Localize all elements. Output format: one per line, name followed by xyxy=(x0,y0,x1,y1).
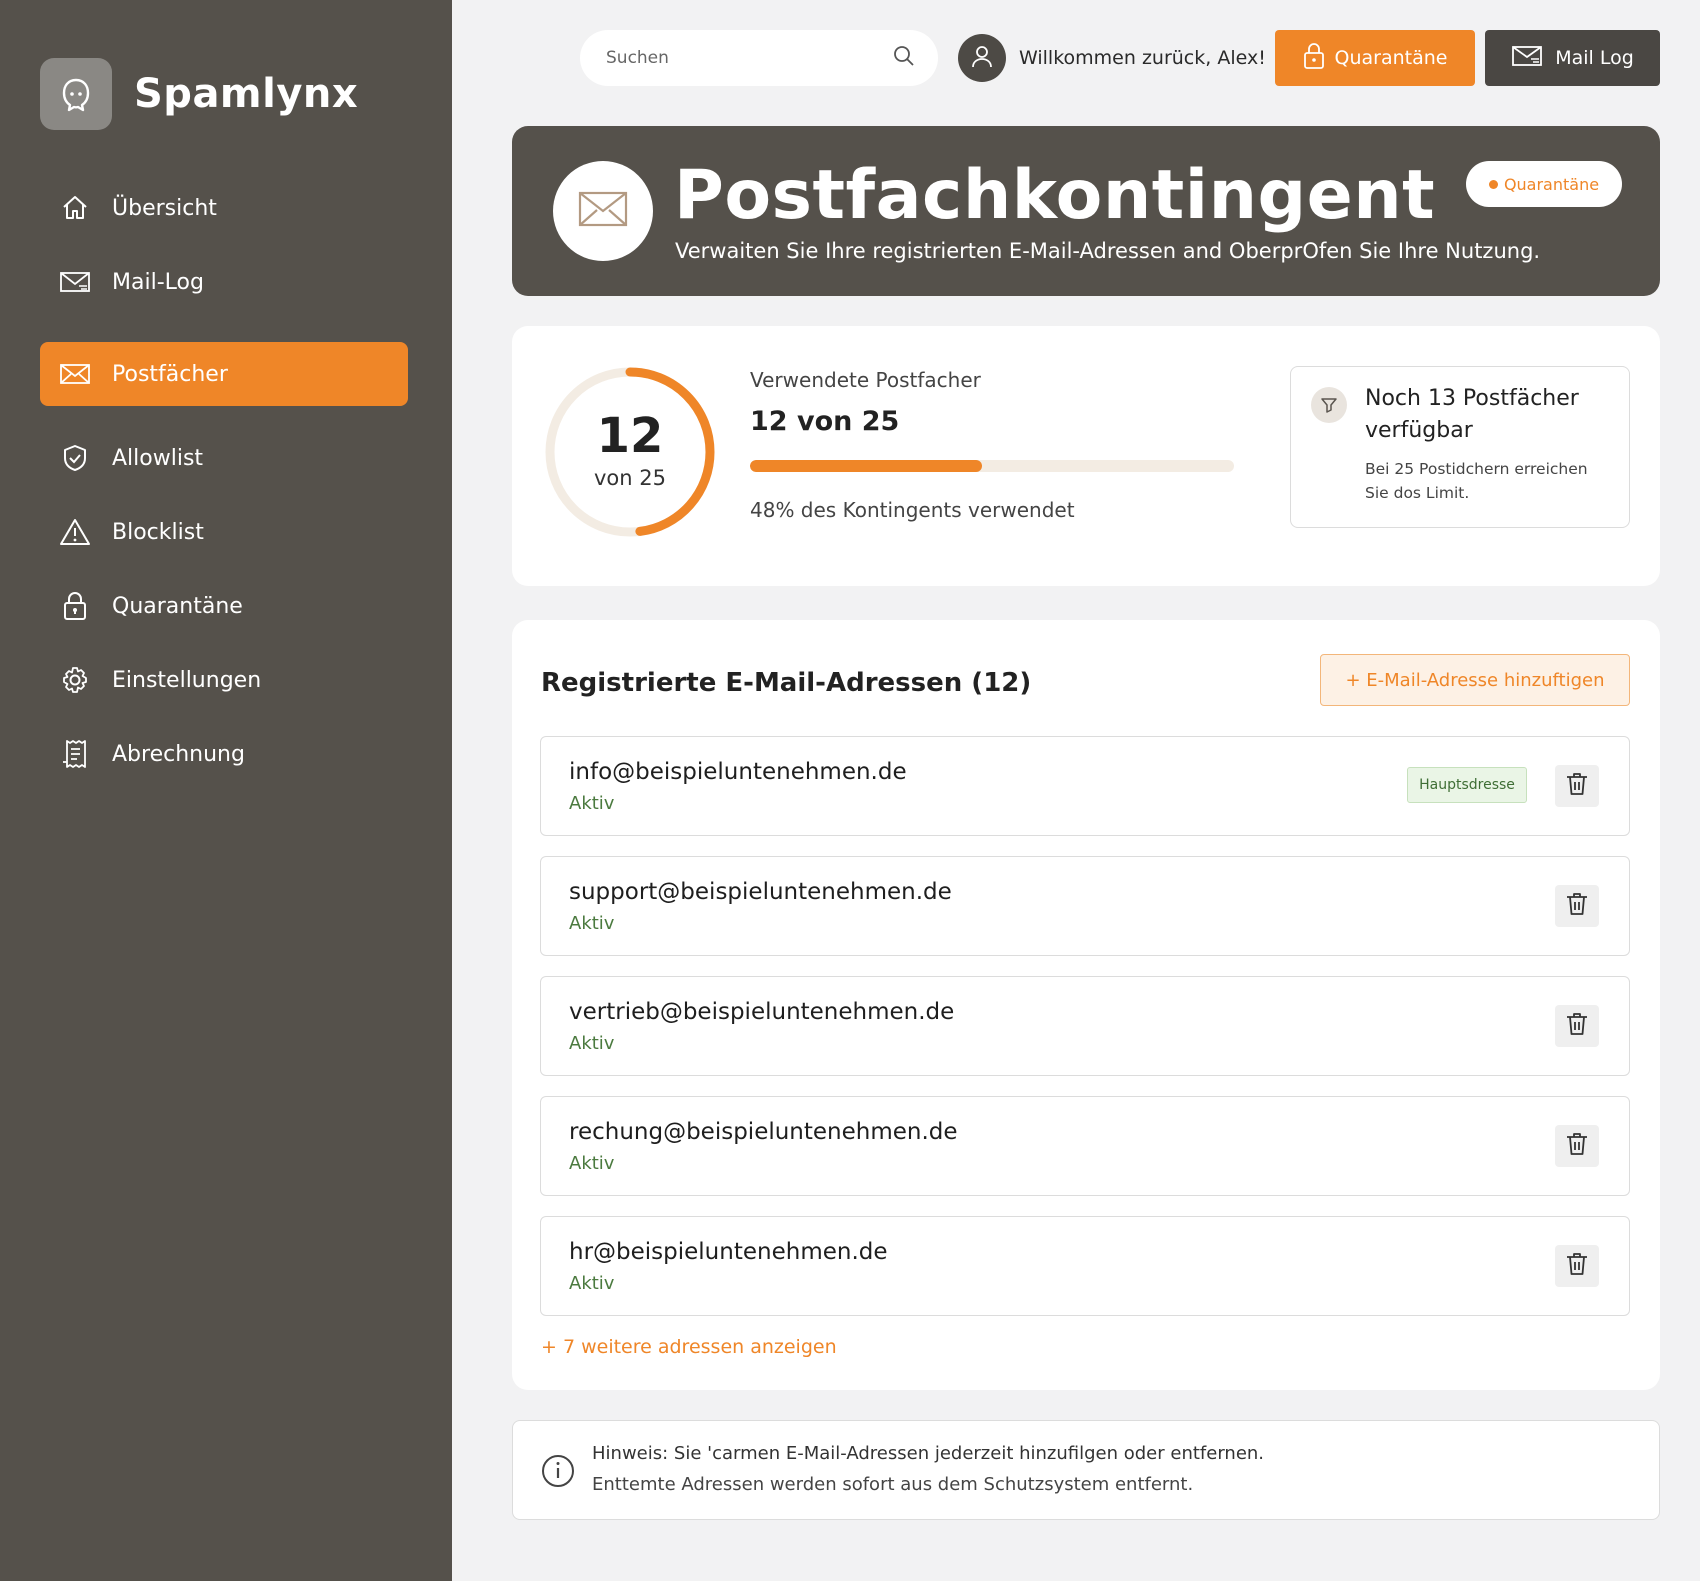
email-address: rechung@beispieluntenehmen.de xyxy=(569,1119,958,1145)
note-line-1: Hinweis: Sie 'carmen E-Mail-Adressen jed… xyxy=(592,1443,1265,1464)
delete-button[interactable] xyxy=(1555,885,1599,927)
info-note: Hinweis: Sie 'carmen E-Mail-Adressen jed… xyxy=(512,1420,1660,1520)
status-text: Aktiv xyxy=(569,913,615,934)
list-item: info@beispieluntenehmen.de Aktiv Hauptsd… xyxy=(540,736,1630,836)
note-line-2: Enttemte Adressen werden sofort aus dem … xyxy=(592,1474,1194,1495)
brand-name: Spamlynx xyxy=(134,71,359,117)
add-email-button[interactable]: + E-Mail-Adresse hinzuftigen xyxy=(1320,654,1630,706)
sidebar-item-einstellungen[interactable]: Einstellungen xyxy=(40,648,408,712)
quota-percent-text: 48% des Kontingents verwendet xyxy=(750,498,1075,522)
available-description: Bei 25 Postidchern erreichen Sie dos Lim… xyxy=(1365,460,1588,502)
email-address: vertrieb@beispieluntenehmen.de xyxy=(569,999,955,1025)
quota-card: 12 von 25 Verwendete Postfacher 12 von 2… xyxy=(512,326,1660,586)
page-subtitle: Verwaiten Sie Ihre registrierten E-Mail-… xyxy=(675,239,1541,263)
sidebar-item-mail-log[interactable]: Mail-Log xyxy=(40,250,408,314)
sidebar-item-label: Abrechnung xyxy=(112,741,245,767)
status-dot-icon xyxy=(1488,179,1498,189)
quota-value: 12 von 25 xyxy=(750,406,900,437)
list-item: vertrieb@beispieluntenehmen.de Aktiv xyxy=(540,976,1630,1076)
sidebar-item-label: Allowlist xyxy=(112,445,204,471)
sidebar-item-uebersicht[interactable]: Übersicht xyxy=(40,176,408,240)
shield-check-icon xyxy=(58,441,92,475)
page-title: Postfachkontingent xyxy=(674,156,1436,235)
quota-used-number: 12 xyxy=(596,408,664,464)
quota-progress-bar xyxy=(750,460,1234,472)
list-item: hr@beispieluntenehmen.de Aktiv xyxy=(540,1216,1630,1316)
addresses-card: Registrierte E-Mail-Adressen (12) + E-Ma… xyxy=(512,620,1660,1390)
logo-icon xyxy=(40,58,112,130)
trash-icon xyxy=(1565,1131,1589,1161)
gear-icon xyxy=(58,663,92,697)
lock-icon xyxy=(1303,42,1325,75)
maillog-button[interactable]: Mail Log xyxy=(1485,30,1660,86)
delete-button[interactable] xyxy=(1555,1245,1599,1287)
delete-button[interactable] xyxy=(1555,765,1599,807)
hero-envelope-badge xyxy=(553,161,653,261)
sidebar-item-quarantaene[interactable]: Quarantäne xyxy=(40,574,408,638)
envelope-icon xyxy=(578,191,628,231)
info-icon xyxy=(542,1455,574,1487)
trash-icon xyxy=(1565,1251,1589,1281)
status-text: Aktiv xyxy=(569,793,615,814)
warning-icon xyxy=(58,515,92,549)
show-more-link[interactable]: + 7 weitere adressen anzeigen xyxy=(541,1336,837,1358)
sidebar-item-label: Quarantäne xyxy=(112,593,243,619)
email-address: info@beispieluntenehmen.de xyxy=(569,759,907,785)
trash-icon xyxy=(1565,891,1589,921)
addresses-title: Registrierte E-Mail-Adressen (12) xyxy=(541,668,1032,698)
email-address: hr@beispieluntenehmen.de xyxy=(569,1239,888,1265)
quota-label: Verwendete Postfacher xyxy=(750,368,981,392)
hero-banner: Postfachkontingent Verwaiten Sie Ihre re… xyxy=(512,126,1660,296)
receipt-icon xyxy=(58,737,92,771)
trash-icon xyxy=(1565,771,1589,801)
status-text: Aktiv xyxy=(569,1273,615,1294)
welcome-text: Willkommen zurück, Alex! xyxy=(1019,47,1266,69)
user-icon xyxy=(969,43,995,73)
sidebar-item-label: Blocklist xyxy=(112,519,204,545)
sidebar-item-abrechnung[interactable]: Abrechnung xyxy=(40,722,408,786)
trash-icon xyxy=(1565,1011,1589,1041)
available-info-box: Noch 13 Postfächer verfügbar Bei 25 Post… xyxy=(1290,366,1630,528)
envelope-icon xyxy=(58,357,92,391)
sidebar-item-label: Übersicht xyxy=(112,195,217,221)
maillog-button-label: Mail Log xyxy=(1555,47,1634,69)
primary-address-badge: Hauptsdresse xyxy=(1407,767,1527,803)
quarantine-button-label: Quarantäne xyxy=(1334,47,1448,69)
sidebar-item-label: Postfächer xyxy=(112,361,228,387)
filter-icon xyxy=(1311,387,1347,423)
avatar[interactable] xyxy=(958,34,1006,82)
list-item: rechung@beispieluntenehmen.de Aktiv xyxy=(540,1096,1630,1196)
sidebar-item-label: Einstellungen xyxy=(112,667,262,693)
list-item: support@beispieluntenehmen.de Aktiv xyxy=(540,856,1630,956)
sidebar-item-blocklist[interactable]: Blocklist xyxy=(40,500,408,564)
home-icon xyxy=(58,191,92,225)
sidebar-item-postfaecher[interactable]: Postfächer xyxy=(40,342,408,406)
available-title: Noch 13 Postfächer verfügbar xyxy=(1365,386,1579,443)
lock-icon xyxy=(58,589,92,623)
search-input[interactable] xyxy=(606,48,892,68)
mail-log-icon xyxy=(58,265,92,299)
quota-progress-fill xyxy=(750,460,983,472)
search-bar xyxy=(580,30,938,86)
search-icon[interactable] xyxy=(892,44,916,72)
quarantine-pill[interactable]: Quarantäne xyxy=(1466,161,1622,207)
email-address: support@beispieluntenehmen.de xyxy=(569,879,952,905)
mail-log-icon xyxy=(1511,44,1543,73)
quarantine-button[interactable]: Quarantäne xyxy=(1275,30,1475,86)
status-text: Aktiv xyxy=(569,1153,615,1174)
sidebar-item-label: Mail-Log xyxy=(112,269,204,295)
delete-button[interactable] xyxy=(1555,1125,1599,1167)
brand[interactable]: Spamlynx xyxy=(40,58,358,130)
sidebar-item-allowlist[interactable]: Allowlist xyxy=(40,426,408,490)
quota-of-label: von 25 xyxy=(594,466,666,490)
quarantine-pill-label: Quarantäne xyxy=(1503,174,1600,194)
delete-button[interactable] xyxy=(1555,1005,1599,1047)
status-text: Aktiv xyxy=(569,1033,615,1054)
sidebar: Spamlynx Übersicht Mail-Log Postfächer A… xyxy=(0,0,452,1581)
